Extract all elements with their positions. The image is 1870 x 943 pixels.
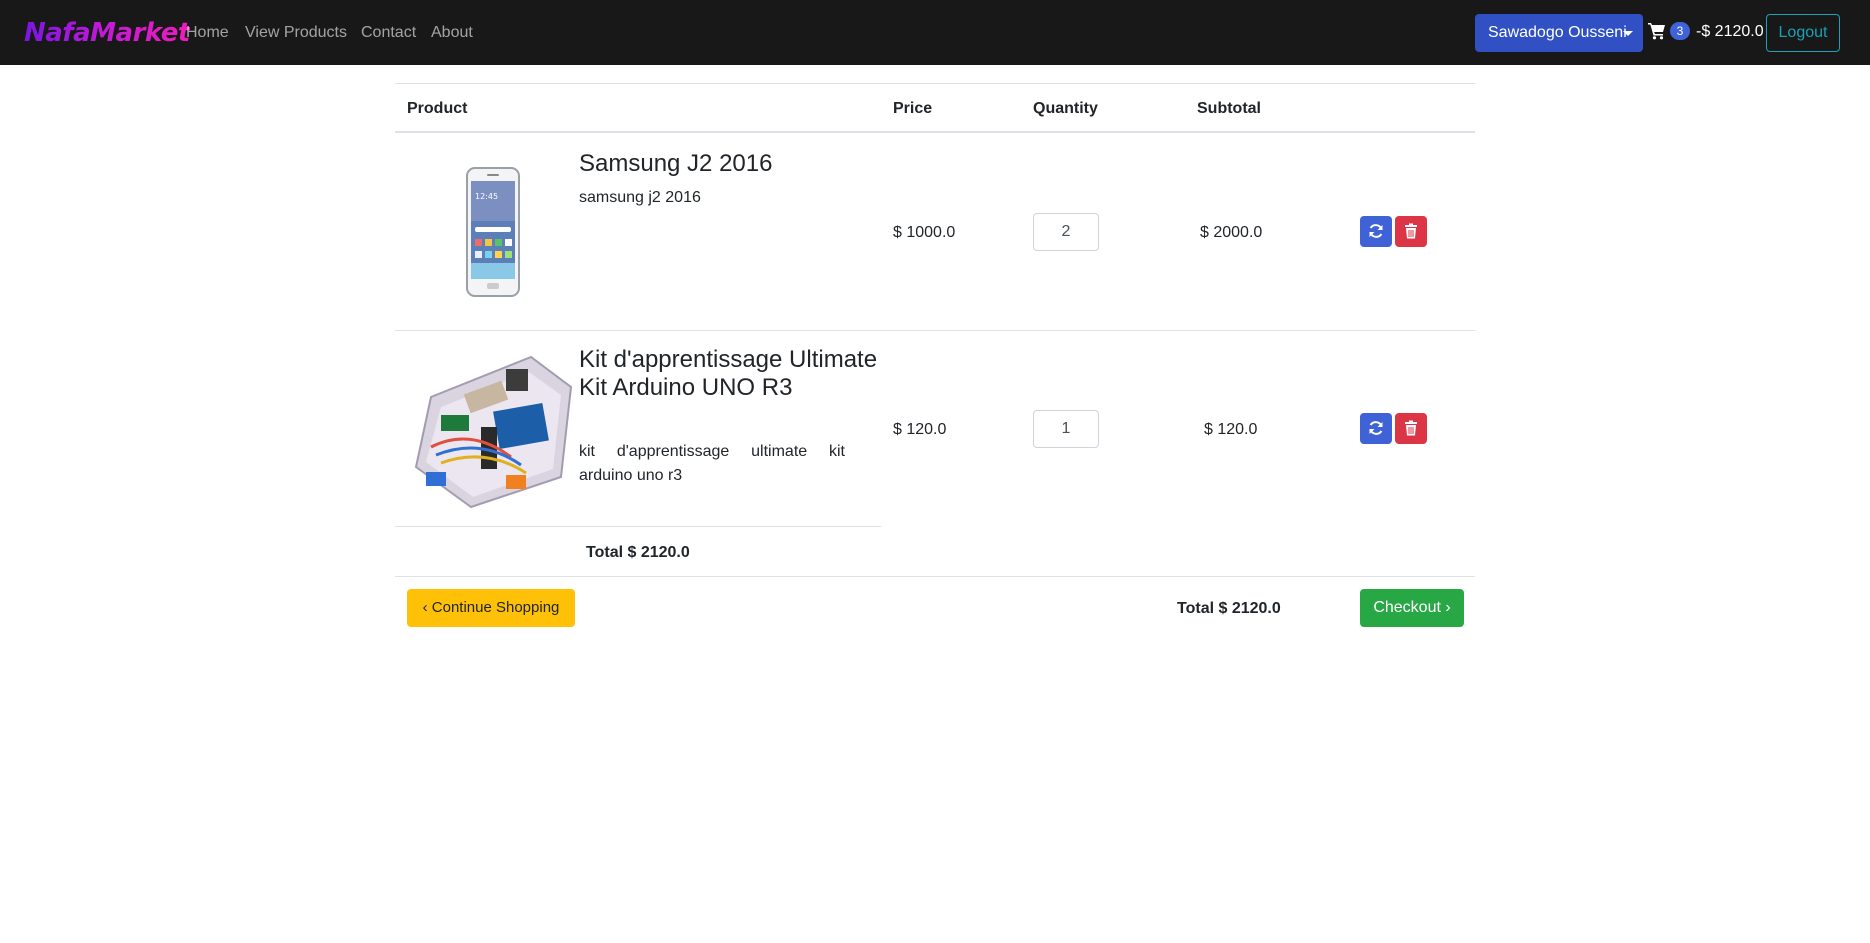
product-price: $ 1000.0: [893, 224, 956, 241]
refresh-icon: [1369, 224, 1383, 238]
trash-icon: [1405, 223, 1417, 239]
update-button[interactable]: [1360, 216, 1392, 247]
quantity-input[interactable]: 1: [1033, 410, 1099, 448]
header-product: Product: [407, 100, 468, 117]
product-description: kit d'apprentissage ultimate kit arduino…: [579, 443, 845, 484]
brand-text[interactable]: NafaMarket: [24, 18, 190, 48]
product-image-arduino-kit: [414, 355, 573, 509]
product-price: $ 120.0: [893, 421, 947, 438]
cart-count-badge: 3: [1670, 22, 1690, 40]
logout-button[interactable]: Logout: [1766, 14, 1840, 52]
user-name: Sawadogo Ousseni: [1488, 24, 1627, 41]
caret-down-icon: [1623, 31, 1633, 36]
footer-total: Total $ 2120.0: [1177, 600, 1281, 617]
continue-shopping-button[interactable]: ‹ Continue Shopping: [407, 589, 575, 627]
nav-contact-link[interactable]: Contact: [361, 21, 416, 45]
nav-about-link[interactable]: About: [431, 21, 473, 45]
delete-button[interactable]: [1395, 413, 1427, 444]
table-top-border: [395, 83, 1475, 84]
brand-logo[interactable]: NafaMarket: [24, 15, 190, 51]
product-image-phone: 12:45: [466, 167, 520, 297]
svg-text:12:45: 12:45: [475, 192, 498, 201]
quantity-input[interactable]: 2: [1033, 213, 1099, 251]
product-subtotal: $ 120.0: [1204, 421, 1258, 438]
shopping-cart-icon[interactable]: [1648, 22, 1666, 40]
row-divider: [395, 330, 1475, 331]
header-price: Price: [893, 100, 933, 117]
refresh-icon: [1369, 421, 1383, 435]
cart-total-text: -$ 2120.0: [1696, 23, 1764, 40]
row-divider-partial: [395, 526, 881, 527]
continue-shopping-label: Continue Shopping: [431, 599, 560, 616]
product-subtotal: $ 2000.0: [1200, 224, 1263, 241]
product-name: Kit d'apprentissage Ultimate Kit Arduino…: [579, 346, 878, 401]
product-description: samsung j2 2016: [579, 189, 701, 206]
product-name: Samsung J2 2016: [579, 150, 773, 177]
navbar: NafaMarket Home View Products Contact Ab…: [0, 0, 1870, 65]
header-quantity: Quantity: [1033, 100, 1098, 117]
checkout-button[interactable]: Checkout ›: [1360, 589, 1464, 627]
chevron-left-icon: ‹: [422, 599, 428, 616]
nav-view-products-link[interactable]: View Products: [245, 21, 347, 45]
delete-button[interactable]: [1395, 216, 1427, 247]
user-dropdown-button[interactable]: Sawadogo Ousseni: [1475, 14, 1643, 52]
trash-icon: [1405, 420, 1417, 436]
table-footer-border: [395, 576, 1475, 577]
table-total: Total $ 2120.0: [586, 544, 690, 561]
checkout-label: Checkout: [1373, 599, 1441, 616]
nav-home-link[interactable]: Home: [186, 21, 229, 45]
table-header-border: [395, 131, 1475, 133]
header-subtotal: Subtotal: [1197, 100, 1261, 117]
chevron-right-icon: ›: [1445, 599, 1451, 616]
update-button[interactable]: [1360, 413, 1392, 444]
